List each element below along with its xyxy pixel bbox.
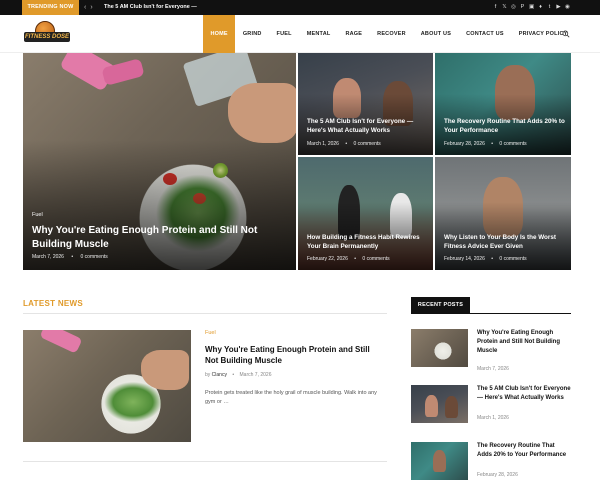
instagram-icon[interactable]: ◎ [511, 4, 516, 10]
tile-title[interactable]: The Recovery Routine That Adds 20% to Yo… [444, 117, 566, 135]
recent-post-thumbnail[interactable] [411, 442, 468, 480]
post-thumbnail[interactable] [23, 330, 191, 442]
recent-post-title[interactable]: The 5 AM Club Isn't for Everyone — Here'… [477, 385, 571, 403]
social-links: f 𝕏 ◎ P ▣ ♦ t ▶ ◉ [493, 0, 570, 15]
search-icon[interactable] [562, 30, 570, 38]
youtube-icon[interactable]: ▶ [556, 4, 561, 10]
recent-post-item[interactable]: The 5 AM Club Isn't for Everyone — Here'… [411, 385, 571, 430]
nav-item-about-us[interactable]: ABOUT US [413, 15, 458, 53]
tile-comments[interactable]: 0 comments [362, 256, 389, 262]
rss-icon[interactable]: ◉ [565, 4, 570, 10]
tile-meta: February 14, 2026 • 0 comments [444, 256, 527, 262]
post-category[interactable]: Fuel [205, 330, 216, 336]
hero-tile-3[interactable]: How Building a Fitness Habit Rewires You… [298, 157, 433, 270]
chevron-right-icon[interactable]: › [90, 4, 92, 11]
site-logo[interactable]: FITNESS DOSE [24, 21, 70, 47]
post-meta: by Clancy • March 7, 2026 [205, 372, 272, 378]
author-prefix: by [205, 372, 211, 378]
nav-item-contact-us[interactable]: CONTACT US [459, 15, 512, 53]
recent-post-date: March 7, 2026 [477, 366, 509, 372]
recent-post-title[interactable]: Why You're Eating Enough Protein and Sti… [477, 329, 571, 356]
tile-title[interactable]: The 5 AM Club Isn't for Everyone — Here'… [307, 117, 427, 135]
hero-comments[interactable]: 0 comments [81, 254, 108, 260]
post-excerpt: Protein gets treated like the holy grail… [205, 390, 377, 405]
hero-tile-2[interactable]: The Recovery Routine That Adds 20% to Yo… [435, 53, 571, 155]
tile-meta: February 22, 2026 • 0 comments [307, 256, 390, 262]
tile-date: February 28, 2026 [444, 141, 485, 147]
nav-item-grind[interactable]: GRIND [235, 15, 269, 53]
recent-post-date: February 28, 2026 [477, 472, 518, 478]
hero-category[interactable]: Fuel [32, 212, 43, 218]
post-title[interactable]: Why You're Eating Enough Protein and Sti… [205, 344, 385, 366]
tile-comments[interactable]: 0 comments [499, 256, 526, 262]
recent-post-thumbnail[interactable] [411, 385, 468, 423]
nav-item-mental[interactable]: MENTAL [299, 15, 338, 53]
facebook-icon[interactable]: f [493, 4, 498, 10]
nav-item-recover[interactable]: RECOVER [370, 15, 414, 53]
tile-date: February 22, 2026 [307, 256, 348, 262]
divider [411, 313, 571, 314]
tumblr-icon[interactable]: t [547, 4, 552, 10]
pinterest-icon[interactable]: P [520, 4, 525, 10]
divider [23, 461, 387, 462]
tile-comments[interactable]: 0 comments [354, 141, 381, 147]
tile-date: February 14, 2026 [444, 256, 485, 262]
tile-meta: March 1, 2026 • 0 comments [307, 141, 381, 147]
logo-text: FITNESS DOSE [24, 32, 70, 42]
nav-item-home[interactable]: HOME [203, 15, 236, 53]
recent-post-date: March 1, 2026 [477, 415, 509, 421]
trending-badge: TRENDING NOW [22, 0, 79, 15]
recent-post-title[interactable]: The Recovery Routine That Adds 20% to Yo… [477, 442, 571, 460]
trending-arrows: ‹ › [84, 0, 97, 15]
trending-headline-link[interactable]: The 5 AM Club Isn't for Everyone — [104, 0, 197, 15]
nav-item-fuel[interactable]: FUEL [269, 15, 299, 53]
post-author[interactable]: Clancy [212, 372, 227, 378]
main-nav: HOME GRIND FUEL MENTAL RAGE RECOVER ABOU… [203, 15, 575, 53]
divider [23, 313, 387, 314]
recent-post-thumbnail[interactable] [411, 329, 468, 367]
tile-meta: February 28, 2026 • 0 comments [444, 141, 527, 147]
hero-tile-4[interactable]: Why Listen to Your Body Is the Worst Fit… [435, 157, 571, 270]
hand-shape [228, 83, 296, 143]
post-date: March 7, 2026 [239, 372, 272, 378]
hero-date: March 7, 2026 [32, 254, 64, 260]
hero-tile-1[interactable]: The 5 AM Club Isn't for Everyone — Here'… [298, 53, 433, 155]
chevron-left-icon[interactable]: ‹ [84, 4, 86, 11]
recent-post-item[interactable]: The Recovery Routine That Adds 20% to Yo… [411, 442, 571, 480]
hero-grid: Fuel Why You're Eating Enough Protein an… [23, 53, 571, 270]
nav-item-rage[interactable]: RAGE [338, 15, 370, 53]
x-twitter-icon[interactable]: 𝕏 [502, 4, 507, 10]
linkedin-icon[interactable]: ▣ [529, 4, 534, 10]
dribbble-icon[interactable]: ♦ [538, 4, 543, 10]
tile-title[interactable]: Why Listen to Your Body Is the Worst Fit… [444, 233, 566, 251]
recent-post-item[interactable]: Why You're Eating Enough Protein and Sti… [411, 329, 571, 374]
site-header: FITNESS DOSE HOME GRIND FUEL MENTAL RAGE… [0, 15, 600, 53]
top-bar: TRENDING NOW ‹ › The 5 AM Club Isn't for … [0, 0, 600, 15]
hero-featured-post[interactable]: Fuel Why You're Eating Enough Protein an… [23, 53, 296, 270]
tile-comments[interactable]: 0 comments [499, 141, 526, 147]
tile-title[interactable]: How Building a Fitness Habit Rewires You… [307, 233, 429, 251]
tile-date: March 1, 2026 [307, 141, 339, 147]
hero-title[interactable]: Why You're Eating Enough Protein and Sti… [32, 224, 287, 252]
hero-meta: March 7, 2026 • 0 comments [32, 254, 108, 260]
recent-posts-heading: RECENT POSTS [411, 297, 470, 314]
latest-news-heading: LATEST NEWS [23, 299, 84, 308]
